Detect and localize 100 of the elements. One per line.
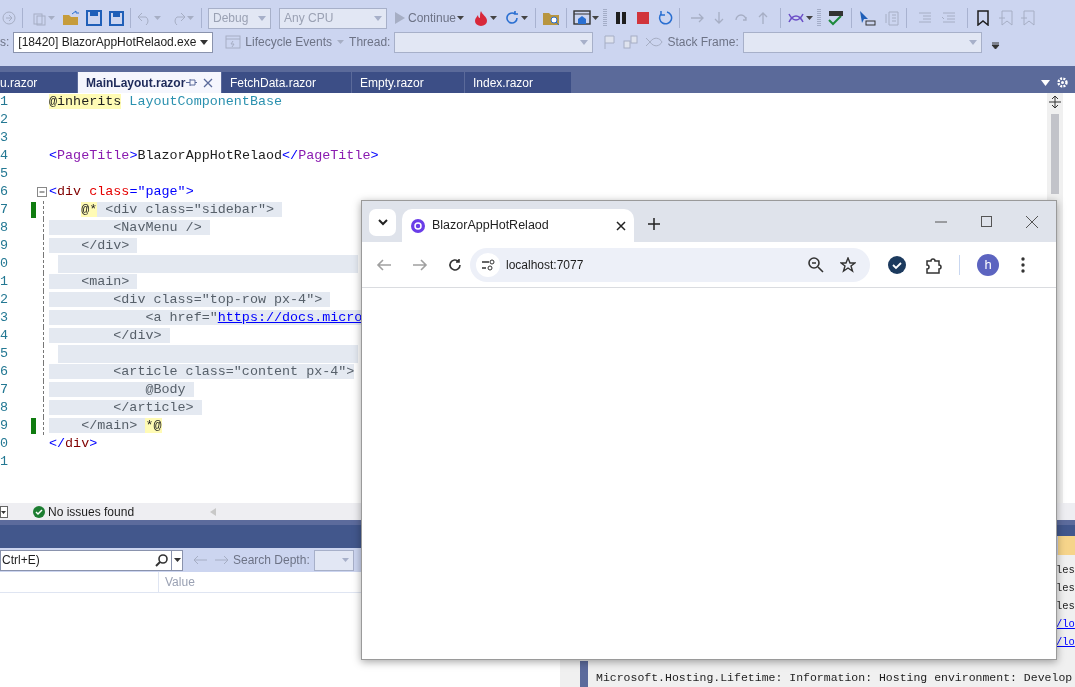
caret-icon[interactable] xyxy=(456,15,466,21)
output-link[interactable]: /lo xyxy=(1056,633,1075,651)
address-bar[interactable]: localhost:7077 xyxy=(470,247,870,282)
code-line: <a href="https://docs.micro xyxy=(49,309,363,327)
at-sign-icon xyxy=(410,217,426,234)
stop-icon[interactable] xyxy=(636,11,651,25)
back-icon[interactable] xyxy=(376,257,392,272)
thread-label: Thread: xyxy=(349,34,391,51)
overflow-icon[interactable] xyxy=(990,42,1000,50)
line-number: 9 xyxy=(0,237,10,255)
spell-check-icon[interactable] xyxy=(827,10,846,26)
caret-icon[interactable] xyxy=(591,15,601,21)
line-number: 5 xyxy=(0,165,10,183)
caret-icon xyxy=(374,15,382,21)
tab-list-button[interactable] xyxy=(369,209,396,236)
flame-icon[interactable] xyxy=(473,10,490,26)
code-line: </main> *@ xyxy=(49,417,162,435)
editor-tab[interactable]: u.razor xyxy=(0,72,78,93)
refresh-icon[interactable] xyxy=(504,10,521,26)
puzzle-icon[interactable] xyxy=(924,255,942,274)
stack-frame-label: Stack Frame: xyxy=(667,34,739,51)
caret-icon[interactable] xyxy=(489,15,499,21)
browser-tab[interactable]: BlazorAppHotRelaod xyxy=(402,209,634,242)
play-icon xyxy=(395,12,405,24)
open-folder-icon[interactable] xyxy=(62,10,80,26)
tab-title: BlazorAppHotRelaod xyxy=(432,217,549,235)
line-number: 7 xyxy=(0,201,10,219)
menu-icon[interactable] xyxy=(1021,256,1025,273)
folder-search-icon[interactable] xyxy=(542,10,561,26)
output-line: Microsoft.Hosting.Lifetime: Information: Hosting environment: Develop xyxy=(596,670,1074,686)
line-number: 1 xyxy=(0,93,10,111)
thread-dropdown[interactable] xyxy=(394,31,594,53)
editor-tab[interactable]: Empty.razor xyxy=(352,72,465,93)
collapse-icon[interactable] xyxy=(37,187,47,197)
check-badge-icon[interactable] xyxy=(888,255,906,274)
caret-icon xyxy=(580,39,589,45)
search-field[interactable]: Ctrl+E) xyxy=(0,549,172,571)
output-text: les xyxy=(1056,599,1075,614)
browser-window-icon[interactable] xyxy=(573,10,592,26)
address-text: localhost:7077 xyxy=(506,256,584,274)
line-number: 9 xyxy=(0,417,10,435)
code-line: <div class="page"> xyxy=(49,183,194,201)
caret-icon[interactable] xyxy=(520,15,530,21)
forward-icon[interactable] xyxy=(412,257,428,272)
scrollbar-thumb[interactable] xyxy=(1051,114,1059,194)
line-number: 2 xyxy=(0,111,10,129)
process-label: s: xyxy=(0,34,10,51)
line-number: 8 xyxy=(0,219,10,237)
line-number: 2 xyxy=(0,291,10,309)
grip-icon xyxy=(817,8,822,28)
process-dropdown[interactable]: [18420] BlazorAppHotRelaod.exe xyxy=(13,31,214,53)
caret-icon xyxy=(341,558,349,562)
close-icon[interactable] xyxy=(616,220,626,231)
pause-icon[interactable] xyxy=(614,11,629,25)
dropdown-icon[interactable] xyxy=(0,505,8,518)
reload-icon[interactable] xyxy=(448,257,462,272)
line-number: 7 xyxy=(0,381,10,399)
line-number: 3 xyxy=(0,309,10,327)
editor-tab[interactable]: MainLayout.razor xyxy=(78,72,222,93)
split-icon[interactable] xyxy=(1049,96,1061,108)
line-number: 4 xyxy=(0,147,10,165)
editor-tab[interactable]: Index.razor xyxy=(465,72,572,93)
bookmark-icon[interactable] xyxy=(976,10,991,26)
line-number: 1 xyxy=(0,273,10,291)
site-info-icon[interactable] xyxy=(476,252,500,277)
restart-icon[interactable] xyxy=(657,10,674,26)
margin-bar xyxy=(580,661,588,687)
search-icon xyxy=(155,553,168,567)
save-all-icon[interactable] xyxy=(108,10,124,26)
grip-icon xyxy=(603,8,608,28)
line-number: 4 xyxy=(0,327,10,345)
caret-icon xyxy=(258,15,266,21)
editor-tab[interactable]: FetchData.razor xyxy=(222,72,352,93)
cursor-icon[interactable] xyxy=(858,10,877,26)
lifecycle-events-label: Lifecycle Events xyxy=(245,34,333,51)
output-link[interactable]: /lo xyxy=(1056,615,1075,633)
new-tab-icon[interactable] xyxy=(648,218,660,230)
zoom-icon[interactable] xyxy=(808,256,824,273)
minimize-icon[interactable] xyxy=(935,220,947,223)
tab-list-icon[interactable] xyxy=(1041,79,1050,86)
line-number: 3 xyxy=(0,129,10,147)
search-depth-dropdown[interactable] xyxy=(313,549,354,571)
caret-icon[interactable] xyxy=(805,15,815,21)
stack-frame-dropdown[interactable] xyxy=(742,31,982,53)
caret-icon xyxy=(968,39,977,45)
pin-icon[interactable] xyxy=(186,78,197,87)
line-number: 0 xyxy=(0,255,10,273)
profile-avatar[interactable]: h xyxy=(977,253,999,276)
line-number: 6 xyxy=(0,363,10,381)
line-number: 1 xyxy=(0,453,10,471)
code-line: <PageTitle>BlazorAppHotRelaod</PageTitle> xyxy=(49,147,379,165)
save-icon[interactable] xyxy=(86,10,102,26)
line-number: 6 xyxy=(0,183,10,201)
star-icon[interactable] xyxy=(840,256,856,273)
caret-icon xyxy=(173,558,181,562)
line-number: 5 xyxy=(0,345,10,363)
maximize-icon[interactable] xyxy=(981,216,992,227)
search-options-button[interactable] xyxy=(172,549,183,571)
settings-icon[interactable] xyxy=(1056,76,1069,89)
code-line: </div> xyxy=(49,435,98,453)
